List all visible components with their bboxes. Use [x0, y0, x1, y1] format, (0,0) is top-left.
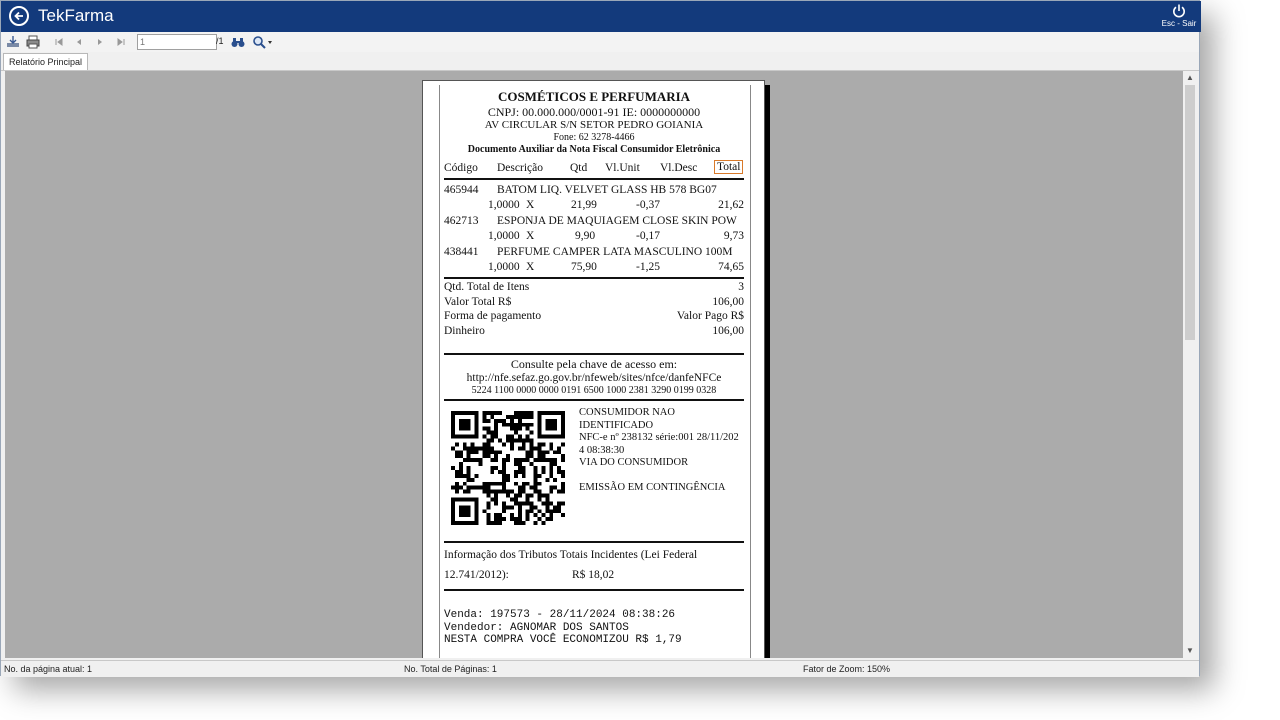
item-description: PERFUME CAMPER LATA MASCULINO 100M — [497, 246, 733, 258]
tributos-line-2: 12.741/2012): — [444, 569, 509, 581]
item-unit-value: 21,99 — [571, 199, 597, 211]
scroll-thumb[interactable] — [1185, 85, 1195, 340]
first-page-icon[interactable] — [51, 34, 67, 50]
document-title: Documento Auxiliar da Nota Fiscal Consum… — [467, 144, 721, 155]
header-discount: Vl.Desc — [660, 162, 698, 174]
printer-icon[interactable] — [25, 34, 41, 50]
store-phone: Fone: 62 3278-4466 — [553, 132, 635, 143]
items-header: Código Descrição Qtd Vl.Unit Vl.Desc Tot… — [444, 160, 744, 176]
export-icon[interactable] — [5, 34, 21, 50]
summary-label: Qtd. Total de Itens — [444, 281, 530, 293]
item-unit-value: 9,90 — [575, 230, 596, 242]
report-page: COSMÉTICOS E PERFUMARIA CNPJ: 00.000.000… — [422, 80, 765, 658]
item-discount: -1,25 — [636, 261, 660, 273]
consult-url: http://nfe.sefaz.go.gov.br/nfeweb/sites/… — [466, 372, 722, 384]
store-cnpj: CNPJ: 00.000.000/0001-91 IE: 0000000000 — [487, 105, 701, 119]
summary-label: Dinheiro — [444, 324, 485, 337]
report-viewer: COSMÉTICOS E PERFUMARIA CNPJ: 00.000.000… — [5, 71, 1183, 658]
item-qty: 1,0000 — [488, 230, 520, 242]
item-x: X — [526, 261, 535, 273]
status-total-pages: No. Total de Páginas: 1 — [404, 664, 497, 674]
page-number-input[interactable] — [137, 34, 217, 50]
last-page-icon[interactable] — [113, 34, 129, 50]
app-window: TekFarma Esc - Sair /1 — [0, 0, 1201, 677]
item-description: ESPONJA DE MAQUIAGEM CLOSE SKIN POW — [497, 215, 737, 227]
status-zoom: Fator de Zoom: 150% — [803, 664, 891, 674]
previous-page-icon[interactable] — [71, 34, 87, 50]
tributos-value: R$ 18,02 — [572, 569, 615, 581]
report-toolbar: /1 — [1, 32, 1199, 53]
summary-row: Valor Total R$ 106,00 — [444, 296, 744, 311]
summary-value: 3 — [738, 281, 744, 293]
item-total: 74,65 — [718, 261, 744, 273]
next-page-icon[interactable] — [92, 34, 108, 50]
item-total: 9,73 — [723, 230, 744, 242]
tab-relatorio-principal[interactable]: Relatório Principal — [3, 53, 89, 70]
divider — [444, 589, 744, 591]
list-item: 465944 BATOM LIQ. VELVET GLASS HB 578 BG… — [444, 182, 744, 213]
list-item: 438441 PERFUME CAMPER LATA MASCULINO 100… — [444, 244, 744, 275]
status-current-page: No. da página atual: 1 — [4, 664, 93, 674]
item-x: X — [526, 199, 535, 211]
list-item: 462713 ESPONJA DE MAQUIAGEM CLOSE SKIN P… — [444, 213, 744, 244]
summary-value: Valor Pago R$ — [676, 310, 744, 322]
tributos-block: Informação dos Tributos Totais Incidente… — [444, 545, 744, 587]
summary-row: Qtd. Total de Itens 3 — [444, 281, 744, 296]
item-discount: -0,17 — [636, 230, 660, 242]
item-description: BATOM LIQ. VELVET GLASS HB 578 BG07 — [497, 184, 717, 196]
summary-label: Forma de pagamento — [444, 310, 542, 322]
summary-row: Dinheiro 106,00 — [444, 325, 744, 340]
header-unit-value: Vl.Unit — [605, 162, 640, 174]
header-code: Código — [444, 162, 478, 174]
zoom-dropdown[interactable] — [251, 34, 275, 50]
exit-label: Esc - Sair — [1161, 19, 1197, 28]
summary-row: Forma de pagamento Valor Pago R$ — [444, 310, 744, 325]
back-arrow-icon[interactable] — [9, 6, 29, 26]
item-code: 465944 — [444, 184, 479, 196]
app-title: TekFarma — [38, 6, 114, 25]
summary-value: 106,00 — [712, 295, 744, 308]
binoculars-find-icon[interactable] — [230, 34, 246, 50]
item-code: 438441 — [444, 246, 479, 258]
page-total-label: /1 — [216, 36, 224, 46]
consult-label: Consulte pela chave de acesso em: — [510, 357, 678, 371]
item-code: 462713 — [444, 215, 479, 227]
vertical-scrollbar[interactable]: ▲ ▼ — [1183, 71, 1197, 658]
scroll-down-icon[interactable]: ▼ — [1183, 644, 1197, 658]
divider — [444, 399, 744, 401]
item-discount: -0,37 — [636, 199, 660, 211]
header-total: Total — [714, 160, 744, 174]
title-bar: TekFarma Esc - Sair — [1, 1, 1201, 32]
store-name: COSMÉTICOS E PERFUMARIA — [497, 89, 691, 104]
item-unit-value: 75,90 — [571, 261, 597, 273]
scroll-up-icon[interactable]: ▲ — [1183, 71, 1197, 85]
store-address: AV CIRCULAR S/N SETOR PEDRO GOIANIA — [484, 119, 704, 131]
summary-value: 106,00 — [712, 324, 744, 337]
divider — [444, 277, 744, 279]
tributos-line-1: Informação dos Tributos Totais Incidente… — [444, 549, 698, 561]
divider — [444, 541, 744, 543]
item-qty: 1,0000 — [488, 261, 520, 273]
item-qty: 1,0000 — [488, 199, 520, 211]
consumer-info: CONSUMIDOR NAO IDENTIFICADO NFC-e nº 238… — [579, 407, 739, 493]
access-key: 5224 1100 0000 0000 0191 6500 1000 2381 … — [471, 385, 717, 396]
qr-code-icon — [451, 411, 565, 525]
exit-button[interactable]: Esc - Sair — [1159, 3, 1199, 28]
item-total: 21,62 — [718, 199, 744, 211]
status-bar: No. da página atual: 1 No. Total de Pági… — [1, 660, 1199, 677]
item-x: X — [526, 230, 535, 242]
report-tabs: Relatório Principal — [1, 52, 1199, 71]
divider — [444, 178, 744, 180]
header-qty: Qtd — [570, 162, 588, 174]
qr-section: CONSUMIDOR NAO IDENTIFICADO NFC-e nº 238… — [444, 403, 744, 539]
nfce-receipt: COSMÉTICOS E PERFUMARIA CNPJ: 00.000.000… — [439, 85, 751, 658]
header-description: Descrição — [497, 162, 543, 174]
summary-label: Valor Total R$ — [444, 295, 512, 308]
sale-footer: Venda: 197573 - 28/11/2024 08:38:26 Vend… — [444, 609, 682, 646]
power-icon — [1173, 4, 1185, 18]
divider — [444, 353, 744, 355]
